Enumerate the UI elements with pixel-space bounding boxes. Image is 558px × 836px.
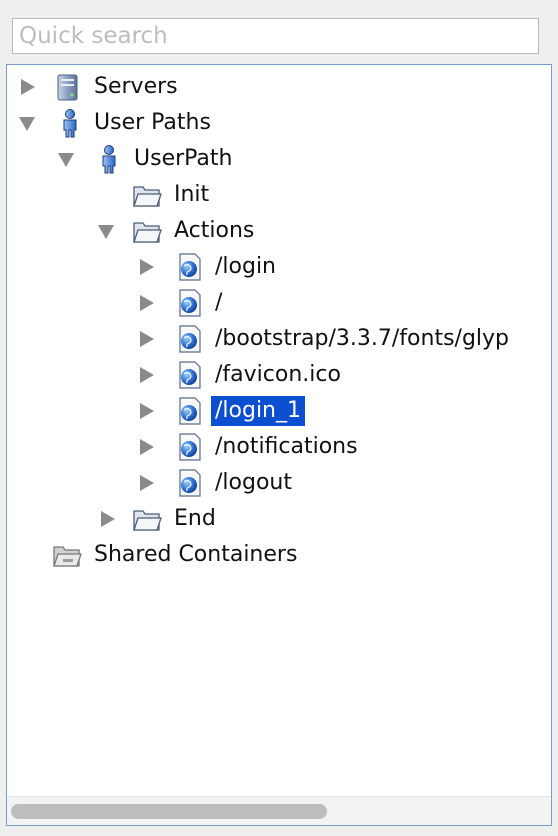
tree-node-init[interactable]: Init [7,177,551,213]
shared-folder-icon [52,540,82,570]
tree-node-actions[interactable]: Actions [7,213,551,249]
tree-node-shared-containers[interactable]: Shared Containers [7,537,551,573]
expand-arrow-icon[interactable] [18,77,38,97]
web-page-icon [175,288,205,318]
tree-node-request[interactable]: /login [7,249,551,285]
tree-node-userpath[interactable]: UserPath [7,141,551,177]
tree-node-label: /notifications [215,434,358,459]
tree-node-label: UserPath [134,146,233,171]
tree-node-label: Servers [94,74,178,99]
tree-node-request[interactable]: /favicon.ico [7,357,551,393]
tree-node-label: Actions [174,218,255,243]
expand-arrow-icon[interactable] [137,365,157,385]
web-page-icon [175,360,205,390]
tree-node-label: /logout [215,470,292,495]
collapse-arrow-icon[interactable] [56,150,76,170]
expand-arrow-icon[interactable] [137,293,157,313]
tree-node-label: Init [174,182,210,207]
tree-node-label: / [215,290,223,315]
tree-node-label: User Paths [94,110,211,135]
web-page-icon [175,252,205,282]
tree-node-label: /bootstrap/3.3.7/fonts/glyp [215,326,510,351]
tree-node-label: /favicon.ico [215,362,341,387]
tree-node-label: /login [215,254,277,279]
web-page-icon [175,396,205,426]
expand-arrow-icon[interactable] [137,401,157,421]
folder-icon [132,180,162,210]
expand-arrow-icon[interactable] [98,509,118,529]
scrollbar-thumb[interactable] [11,804,327,819]
tree-node-request[interactable]: /notifications [7,429,551,465]
server-icon [52,72,82,102]
tree-panel: Servers User Paths UserPath Init Actions… [6,64,552,826]
quick-search-input[interactable] [12,18,539,54]
tree-node-request-selected[interactable]: /login_1 [7,393,551,429]
tree-node-label: End [174,506,216,531]
folder-icon [132,216,162,246]
horizontal-scrollbar[interactable] [7,796,551,825]
tree-node-servers[interactable]: Servers [7,69,551,105]
folder-icon [132,504,162,534]
tree-node-request[interactable]: /bootstrap/3.3.7/fonts/glyp [7,321,551,357]
tree-node-end[interactable]: End [7,501,551,537]
web-page-icon [175,432,205,462]
collapse-arrow-icon[interactable] [96,222,116,242]
tree-node-user-paths[interactable]: User Paths [7,105,551,141]
expand-arrow-icon[interactable] [137,329,157,349]
web-page-icon [175,324,205,354]
tree-node-label: Shared Containers [94,542,298,567]
user-icon [94,144,124,174]
tree-node-request[interactable]: /logout [7,465,551,501]
tree-node-label: /login_1 [211,396,306,426]
user-icon [55,108,85,138]
expand-arrow-icon[interactable] [137,257,157,277]
tree-node-request[interactable]: / [7,285,551,321]
web-page-icon [175,468,205,498]
expand-arrow-icon[interactable] [137,437,157,457]
expand-arrow-icon[interactable] [137,473,157,493]
collapse-arrow-icon[interactable] [17,114,37,134]
